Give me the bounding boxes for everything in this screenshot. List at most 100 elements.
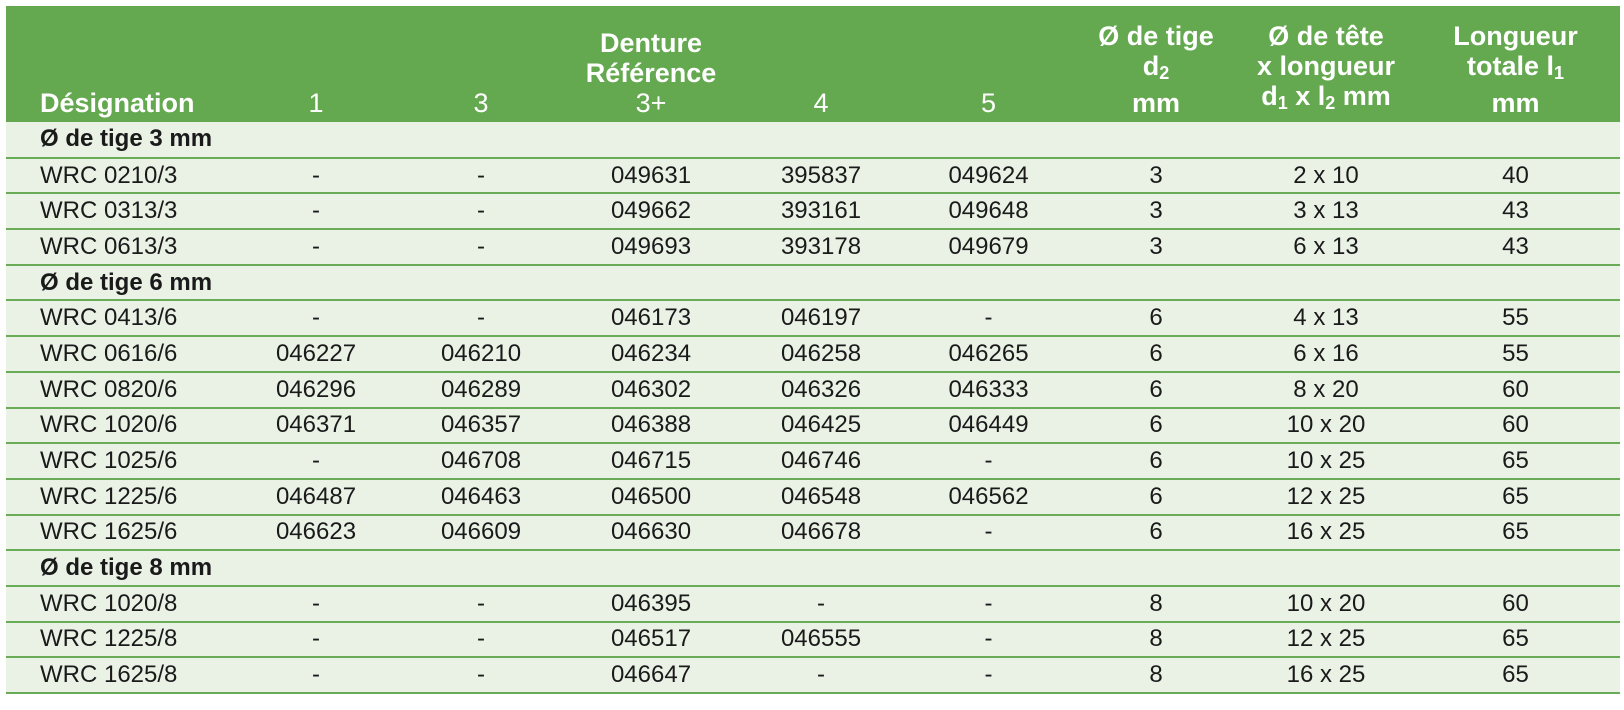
- cell-ref-3: 046708: [396, 443, 566, 480]
- cell-ref-1: -: [236, 157, 396, 195]
- header-shank-unit: mm: [1131, 88, 1180, 118]
- cell-head-dimensions: 12 x 25: [1241, 621, 1411, 659]
- table-row: WRC 0210/3- -049631 395837 049624 3 2 x 10 40: [6, 157, 1620, 195]
- header-ref-3plus-label: 3+: [635, 88, 667, 118]
- cell-ref-1: -: [236, 300, 396, 338]
- cell-shank-diameter: 8: [1071, 585, 1241, 623]
- cell-ref-5: -: [906, 443, 1071, 480]
- cell-head-dimensions: 16 x 25: [1241, 657, 1411, 694]
- table-row: WRC 1020/6 046371 046357 046388 046425 046449…: [6, 407, 1620, 445]
- header-length-l: totale l: [1466, 51, 1554, 81]
- cell-head-dimensions: 2 x 10: [1241, 157, 1411, 195]
- cell-ref-4: 046326: [736, 371, 906, 409]
- cell-ref-5: 046562: [906, 478, 1071, 516]
- cell-ref-3: -: [396, 229, 566, 266]
- table-row: WRC 0413/6- -046173 046197-6 4 x 13 55: [6, 300, 1620, 338]
- cell-total-length: 65: [1411, 657, 1620, 694]
- cell-ref-3: 046210: [396, 336, 566, 373]
- cell-ref-3: -: [396, 157, 566, 195]
- cell-ref-3: 046609: [396, 514, 566, 552]
- cell-head-dimensions: 10 x 20: [1241, 407, 1411, 445]
- cell-designation: WRC 0313/3: [6, 193, 236, 231]
- table-header-row: Désignation 1 3 Denture Référence 3+ 4 5…: [6, 6, 1620, 122]
- cell-ref-3plus: 046234: [566, 336, 736, 373]
- cell-total-length: 65: [1411, 478, 1620, 516]
- header-head-line2: x longueur: [1256, 51, 1395, 81]
- table-row: WRC 0613/3- -049693 393178 049679 3 6 x 13 43: [6, 229, 1620, 266]
- header-head-dimensions: Ø de tête x longueur d1 x l2 mm: [1241, 6, 1411, 122]
- cell-ref-4: -: [736, 585, 906, 623]
- cell-ref-5: 049648: [906, 193, 1071, 231]
- cell-total-length: 65: [1411, 621, 1620, 659]
- cell-ref-5: 046449: [906, 407, 1071, 445]
- cell-ref-5: 046265: [906, 336, 1071, 373]
- header-length-sub: 1: [1554, 63, 1565, 83]
- cell-head-dimensions: 6 x 16: [1241, 336, 1411, 373]
- header-shank-line2: d2: [1075, 51, 1237, 88]
- cell-shank-diameter: 8: [1071, 621, 1241, 659]
- cell-designation: WRC 0413/6: [6, 300, 236, 338]
- cell-designation: WRC 1225/8: [6, 621, 236, 659]
- cell-ref-3plus: 046388: [566, 407, 736, 445]
- header-ref-5-label: 5: [980, 88, 997, 118]
- cell-ref-4: 046678: [736, 514, 906, 552]
- cell-shank-diameter: 6: [1071, 443, 1241, 480]
- header-shank-line1: Ø de tige: [1098, 21, 1214, 51]
- cell-shank-diameter: 6: [1071, 371, 1241, 409]
- cell-ref-5: -: [906, 621, 1071, 659]
- cell-total-length: 60: [1411, 371, 1620, 409]
- cell-total-length: 60: [1411, 585, 1620, 623]
- cell-designation: WRC 0820/6: [6, 371, 236, 409]
- product-table-container: Désignation 1 3 Denture Référence 3+ 4 5…: [6, 6, 1620, 694]
- cell-ref-3plus: 049631: [566, 157, 736, 195]
- cell-ref-1: -: [236, 443, 396, 480]
- section-header-row: Ø de tige 3 mm: [6, 122, 1620, 159]
- table-row: WRC 0313/3- -049662 393161 049648 3 3 x 13 43: [6, 193, 1620, 231]
- header-ref-1: 1: [236, 6, 396, 122]
- cell-ref-4: 046555: [736, 621, 906, 659]
- cell-ref-3: -: [396, 585, 566, 623]
- cell-shank-diameter: 6: [1071, 300, 1241, 338]
- header-ref-3-label: 3: [473, 88, 489, 118]
- cell-ref-1: -: [236, 193, 396, 231]
- cell-designation: WRC 1625/6: [6, 514, 236, 552]
- table-row: WRC 1025/6-046708 046715 046746-6 10 x 25 65: [6, 443, 1620, 480]
- cell-shank-diameter: 6: [1071, 478, 1241, 516]
- cell-ref-1: 046371: [236, 407, 396, 445]
- cell-ref-3: 046463: [396, 478, 566, 516]
- header-ref-3: 3: [396, 6, 566, 122]
- cell-ref-4: 046425: [736, 407, 906, 445]
- table-row: WRC 0820/6 046296 046289 046302 046326 046333…: [6, 371, 1620, 409]
- cell-ref-4: -: [736, 657, 906, 694]
- product-table: Désignation 1 3 Denture Référence 3+ 4 5…: [6, 6, 1620, 694]
- cell-total-length: 43: [1411, 193, 1620, 231]
- cell-ref-3: -: [396, 300, 566, 338]
- header-shank-d: d: [1142, 51, 1160, 81]
- header-ref-5: 5: [906, 6, 1071, 122]
- cell-ref-5: -: [906, 657, 1071, 694]
- cell-ref-5: -: [906, 585, 1071, 623]
- cell-ref-5: 049679: [906, 229, 1071, 266]
- cell-designation: WRC 1020/6: [6, 407, 236, 445]
- cell-head-dimensions: 3 x 13: [1241, 193, 1411, 231]
- header-head-line1: Ø de tête: [1268, 21, 1384, 51]
- cell-designation: WRC 1625/8: [6, 657, 236, 694]
- section-header-row: Ø de tige 8 mm: [6, 550, 1620, 587]
- cell-ref-3plus: 049693: [566, 229, 736, 266]
- header-denture: Denture: [599, 28, 702, 58]
- cell-total-length: 40: [1411, 157, 1620, 195]
- cell-head-dimensions: 10 x 20: [1241, 585, 1411, 623]
- cell-total-length: 60: [1411, 407, 1620, 445]
- section-header-row: Ø de tige 6 mm: [6, 264, 1620, 302]
- cell-ref-1: 046487: [236, 478, 396, 516]
- cell-designation: WRC 1225/6: [6, 478, 236, 516]
- cell-total-length: 65: [1411, 443, 1620, 480]
- cell-shank-diameter: 3: [1071, 157, 1241, 195]
- table-row: WRC 1225/6 046487 046463 046500 046548 046562…: [6, 478, 1620, 516]
- cell-ref-4: 395837: [736, 157, 906, 195]
- cell-ref-3: -: [396, 657, 566, 694]
- cell-ref-3plus: 046517: [566, 621, 736, 659]
- header-head-l-sub: 2: [1325, 93, 1336, 113]
- cell-head-dimensions: 8 x 20: [1241, 371, 1411, 409]
- cell-head-dimensions: 6 x 13: [1241, 229, 1411, 266]
